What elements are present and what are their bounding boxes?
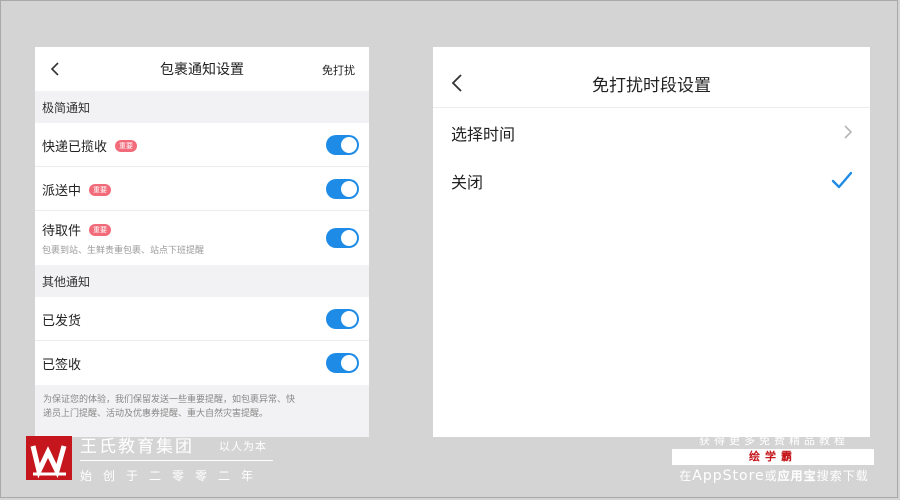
important-badge: 重要 [89,223,112,236]
do-not-disturb-period-screen: 免打扰时段设置 选择时间 关闭 [433,47,870,437]
brand-logo [26,436,72,480]
setting-label: 已发货 [42,314,82,329]
promo-app-name: 绘学霸 [672,449,874,465]
chevron-right-icon [844,125,853,139]
setting-row-delivering: 派送中 重要 [35,167,369,211]
option-select-time[interactable]: 选择时间 [433,108,870,156]
setting-subtext: 包裹到站、生鲜贵重包裹、站点下班提醒 [42,246,205,256]
setting-label: 快递已揽收 [42,140,108,155]
brand-name: 王氏教育集团 [80,437,194,457]
toggle-switch[interactable] [326,309,359,329]
brand-logo-mark-icon [30,445,67,479]
page-title: 包裹通知设置 [160,62,244,78]
promo-bottom-text: 在AppStore或应用宝搜索下载 [672,467,876,484]
brand-slogan: 以人为本 [219,440,267,453]
brand-divider [80,460,273,461]
toggle-switch[interactable] [326,135,359,155]
brand-subtitle: 始创于二零零二年 [80,469,265,483]
toggle-knob [341,311,357,327]
setting-row-signed: 已签收 [35,341,369,385]
promo-text-segment: 或 [764,469,778,483]
toggle-switch[interactable] [326,179,359,199]
toggle-knob [341,137,357,153]
checkmark-icon [831,171,853,189]
toggle-knob [341,230,357,246]
promo-top-text: 获得更多免费精品教程 [699,434,849,447]
setting-label: 待取件 [42,224,82,239]
promo-store-name: AppStore [692,468,765,484]
nav-bar: 包裹通知设置 免打扰 [35,47,369,91]
section-header-other: 其他通知 [35,265,369,297]
do-not-disturb-link[interactable]: 免打扰 [322,62,355,78]
promo-text-segment: 搜索下载 [816,469,869,483]
setting-row-shipped: 已发货 [35,297,369,341]
important-badge: 重要 [89,183,112,196]
footer-note-line: 为保证您的体验，我们保留发送一些重要提醒，如包裹异常、快 [43,395,296,405]
toggle-knob [341,355,357,371]
promo-text-segment: 在 [679,469,693,483]
important-badge: 重要 [115,139,138,152]
footer-note-line: 递员上门提醒、活动及优惠券提醒、重大自然灾害提醒。 [43,409,269,419]
toggle-knob [341,181,357,197]
option-label: 关闭 [451,173,484,192]
nav-bar: 免打扰时段设置 [433,47,870,108]
setting-row-picked-up: 快递已揽收 重要 [35,123,369,167]
option-label: 选择时间 [451,125,516,144]
toggle-switch[interactable] [326,228,359,248]
footer-note: 为保证您的体验，我们保留发送一些重要提醒，如包裹异常、快 递员上门提醒、活动及优… [35,385,369,421]
setting-row-awaiting-pickup: 待取件 重要 包裹到站、生鲜贵重包裹、站点下班提醒 [35,211,369,265]
promo-store-name: 应用宝 [777,469,817,483]
toggle-switch[interactable] [326,353,359,373]
setting-label: 已签收 [42,358,82,373]
option-off[interactable]: 关闭 [433,156,870,204]
package-notification-settings-screen: 包裹通知设置 免打扰 极简通知 快递已揽收 重要 派送中 重要 待取件 重要 包… [35,47,369,437]
setting-label: 派送中 [42,184,82,199]
section-header-minimal: 极简通知 [35,91,369,123]
page-title: 免打扰时段设置 [592,76,711,96]
